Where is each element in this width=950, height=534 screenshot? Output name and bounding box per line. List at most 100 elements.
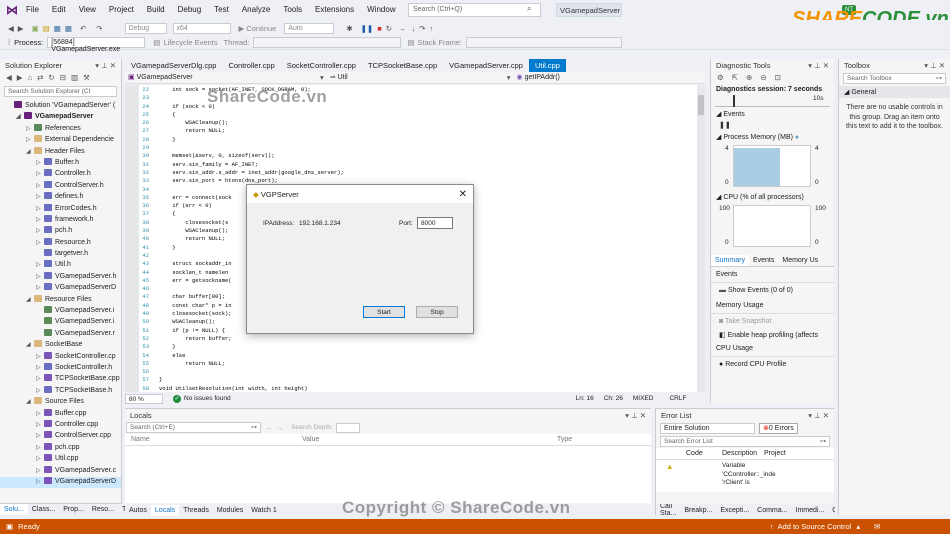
forward-icon[interactable]: ▶ (18, 24, 24, 33)
tab[interactable]: Reso... (88, 504, 118, 515)
expand-toggle-icon[interactable]: ▷ (36, 444, 44, 451)
tree-item[interactable]: ▷ Buffer.h (0, 157, 121, 169)
menu-project[interactable]: Project (109, 5, 134, 14)
auto-dropdown[interactable]: Auto (284, 22, 335, 34)
tab[interactable]: VGamepadServerDlg.cpp (125, 59, 222, 72)
back-icon[interactable]: ◀ (8, 24, 14, 33)
expand-toggle-icon[interactable]: ▷ (36, 261, 44, 268)
tab[interactable]: Memory Us (778, 255, 822, 266)
tree-item[interactable]: ▷ Controller.cpp (0, 419, 121, 431)
tree-item[interactable]: ▷ Util.h (0, 260, 121, 271)
pin-close-icon[interactable]: ▾ ⊥ ✕ (808, 61, 829, 70)
tree-item[interactable]: VGamepadServer.i (0, 306, 121, 317)
tree-item[interactable]: ▷ pch.h (0, 226, 121, 237)
expand-toggle-icon[interactable]: ▷ (36, 364, 44, 371)
tree-item[interactable]: ▷ ErrorCodes.h (0, 203, 121, 215)
col-code[interactable]: Code (686, 450, 722, 457)
menu-build[interactable]: Build (147, 5, 165, 14)
expand-toggle-icon[interactable]: ▷ (36, 467, 44, 474)
stack-frame-dropdown[interactable] (466, 37, 623, 48)
editor-vertical-scrollbar[interactable] (697, 85, 705, 392)
tab[interactable]: Solu... (0, 504, 28, 515)
back-icon[interactable]: ◀ (6, 73, 12, 82)
expand-toggle-icon[interactable]: ▷ (36, 239, 44, 246)
undo-icon[interactable]: ↶ (80, 24, 86, 33)
tab[interactable]: Excepti... (716, 505, 753, 516)
tree-item[interactable]: ▷ ControlServer.cpp (0, 431, 121, 442)
tree-item[interactable]: ◢ Source Files (0, 397, 121, 408)
scope-dropdown[interactable]: ⇒ Util (327, 72, 507, 83)
expand-toggle-icon[interactable]: ◢ (26, 341, 34, 348)
tab[interactable]: Autos (125, 505, 151, 516)
expand-toggle-icon[interactable]: ▷ (36, 455, 44, 462)
tree-item[interactable]: VGamepadServer.r (0, 328, 121, 340)
record-cpu-button[interactable]: ● Record CPU Profile (711, 357, 834, 372)
tree-item[interactable]: ▷ External Dependencie (0, 135, 121, 146)
tree-item[interactable]: ▷ defines.h (0, 192, 121, 203)
add-source-control-button[interactable]: Add to Source Control (778, 522, 852, 531)
tab[interactable]: Watch 1 (247, 505, 280, 516)
tree-item[interactable]: ▷ Controller.h (0, 169, 121, 180)
tree-item[interactable]: ▷ VGamepadServerD (0, 283, 121, 294)
col-value[interactable]: Value (302, 436, 557, 443)
expand-toggle-icon[interactable]: ▷ (26, 125, 34, 132)
tree-item[interactable]: ▷ SocketController.h (0, 362, 121, 374)
error-row[interactable]: ▲ Variable 'CController::_inde 'rClient'… (656, 460, 834, 492)
menu-test[interactable]: Test (214, 5, 229, 14)
line-ending[interactable]: CRLF (669, 395, 686, 402)
zoom-dropdown[interactable]: 80 % (125, 393, 163, 404)
tab[interactable]: Modules (213, 505, 247, 516)
tab[interactable]: Threads (179, 505, 213, 516)
take-snapshot-button[interactable]: ◙ Take Snapshot (711, 314, 834, 329)
expand-toggle-icon[interactable]: ▷ (36, 387, 44, 394)
expand-toggle-icon[interactable]: ▷ (36, 421, 44, 428)
show-all-files-icon[interactable]: ▥ (71, 73, 78, 82)
col-type[interactable]: Type (557, 436, 572, 443)
pause-icon[interactable]: ❚❚ (361, 24, 374, 33)
thread-dropdown[interactable] (253, 37, 402, 48)
member-dropdown[interactable]: ◉ getIPAddr() (514, 72, 694, 83)
tree-item[interactable]: ▷ VGamepadServerD (0, 476, 121, 489)
tab[interactable]: Class... (28, 504, 59, 515)
col-description[interactable]: Description (722, 450, 764, 457)
tree-item[interactable]: ◢ Resource Files (0, 294, 121, 306)
tree-item[interactable]: ▷ SocketController.cp (0, 351, 121, 363)
expand-toggle-icon[interactable]: ▷ (36, 205, 44, 212)
expand-toggle-icon[interactable]: ▷ (36, 432, 44, 439)
tree-item[interactable]: ▷ Util.cpp (0, 454, 121, 465)
expand-toggle-icon[interactable]: ▷ (36, 375, 44, 382)
expand-toggle-icon[interactable]: ▷ (36, 478, 44, 485)
port-input[interactable]: 8000 (417, 217, 453, 229)
search-input[interactable]: Search (Ctrl+Q) (408, 3, 541, 17)
menu-edit[interactable]: Edit (52, 5, 66, 14)
expand-toggle-icon[interactable]: ▷ (36, 227, 44, 234)
tab[interactable]: Util.cpp (528, 59, 566, 72)
start-button[interactable]: Start (363, 306, 405, 318)
pin-close-icon[interactable]: ▾ ⊥ ✕ (625, 411, 646, 420)
issues-status[interactable]: No issues found (184, 395, 231, 402)
menu-tools[interactable]: Tools (283, 5, 302, 14)
restart-icon[interactable]: ↻ (386, 24, 392, 33)
tree-item[interactable]: ◢ SocketBase (0, 340, 121, 351)
redo-icon[interactable]: ↷ (96, 24, 102, 33)
tree-item[interactable]: ▷ framework.h (0, 214, 121, 226)
tree-item[interactable]: ▷ References (0, 123, 121, 135)
tab[interactable]: TCPSocketBase.cpp (362, 59, 443, 72)
expand-toggle-icon[interactable]: ◢ (26, 296, 34, 303)
error-search-input[interactable]: Search Error List ⌕▾ (660, 436, 830, 447)
locals-search-input[interactable]: Search (Ctrl+E) ⌕▾ (126, 422, 261, 433)
tab[interactable]: Call Sta... (656, 504, 680, 516)
zoom-out-icon[interactable]: ⊖ (760, 73, 766, 82)
reset-zoom-icon[interactable]: ⊡ (775, 73, 781, 82)
stop-button[interactable]: Stop (416, 306, 458, 318)
tree-item[interactable]: targetver.h (0, 249, 121, 260)
pause-icon[interactable]: ❚❚ (711, 121, 834, 129)
close-icon[interactable]: ✕ (459, 189, 467, 200)
tab[interactable]: Breakp... (680, 505, 716, 516)
save-icon[interactable]: ▦ (54, 24, 61, 33)
expand-toggle-icon[interactable]: ▷ (36, 193, 44, 200)
tab[interactable]: Controller.cpp (222, 59, 280, 72)
stop-icon[interactable]: ■ (377, 24, 382, 33)
continue-button[interactable]: Continue (246, 24, 276, 33)
tree-item[interactable]: ▷ ControlServer.h (0, 180, 121, 192)
